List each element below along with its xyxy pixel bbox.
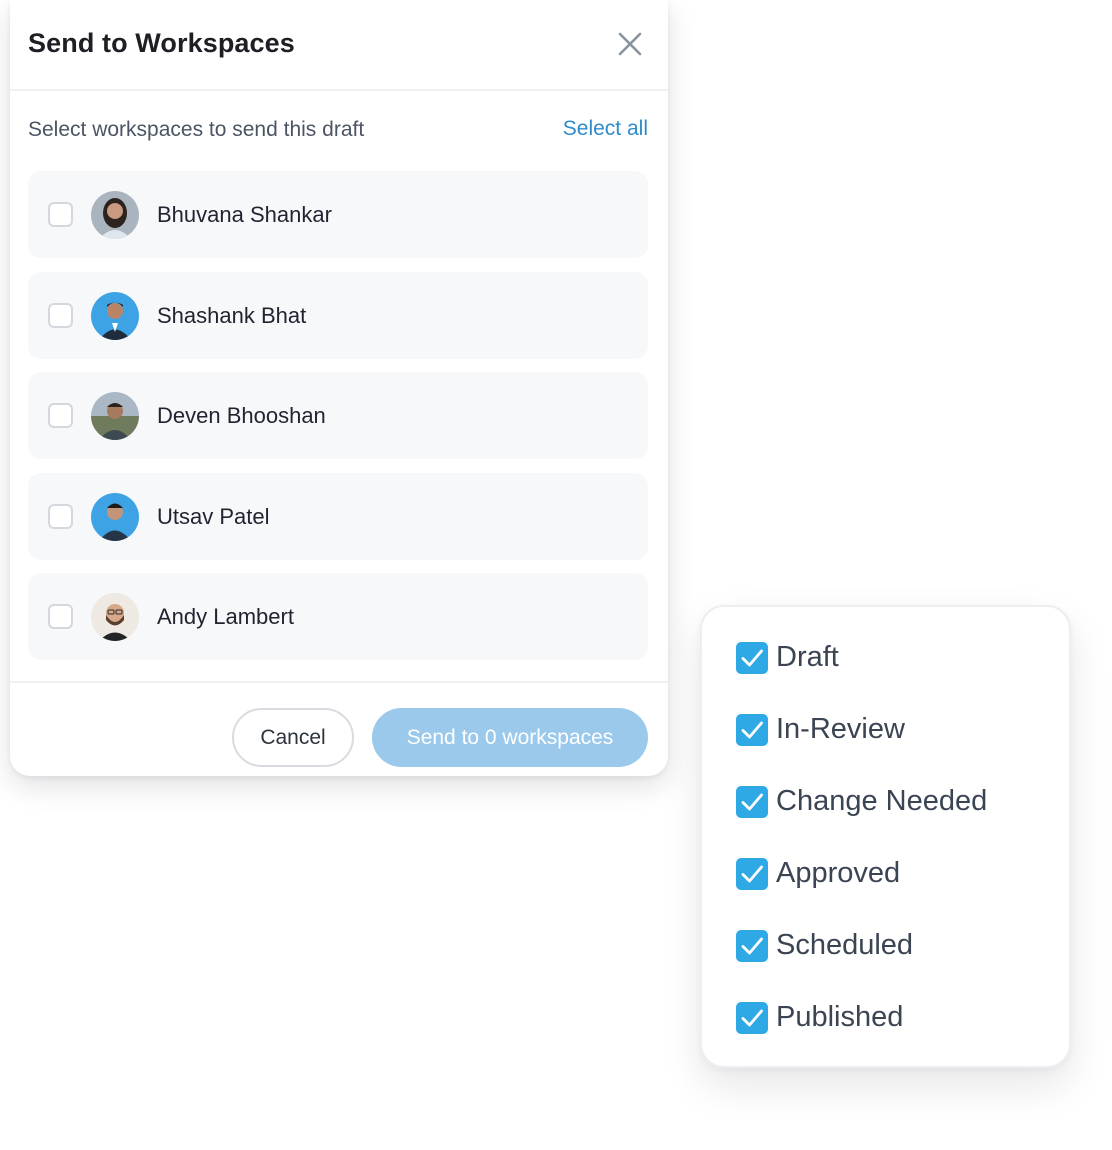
select-all-link[interactable]: Select all: [563, 117, 648, 141]
workspace-checkbox[interactable]: [48, 403, 73, 428]
status-checkbox[interactable]: [736, 1002, 768, 1034]
checkmark-icon: [741, 793, 763, 811]
workspace-checkbox[interactable]: [48, 302, 73, 328]
status-checkbox[interactable]: [736, 714, 768, 746]
avatar: [91, 392, 139, 440]
close-icon: [618, 32, 642, 56]
workspace-item[interactable]: Deven Bhooshan: [28, 372, 648, 459]
send-button[interactable]: Send to 0 workspaces: [372, 708, 648, 767]
status-checkbox[interactable]: [736, 786, 768, 818]
status-label: In-Review: [776, 713, 905, 745]
workspace-list: Bhuvana Shankar Shashank Bhat Deven Bhoo…: [28, 171, 648, 674]
avatar: [91, 593, 139, 641]
checkmark-icon: [741, 1009, 763, 1027]
status-checkbox[interactable]: [736, 930, 768, 962]
status-checkbox[interactable]: [736, 858, 768, 890]
close-button[interactable]: [614, 28, 646, 60]
status-label: Change Needed: [776, 785, 988, 817]
workspace-name: Andy Lambert: [157, 604, 294, 629]
workspace-item[interactable]: Shashank Bhat: [28, 271, 648, 359]
checkmark-icon: [741, 721, 763, 739]
modal-footer: Cancel Send to 0 workspaces: [10, 681, 668, 776]
status-option-in-review[interactable]: In-Review: [736, 710, 1046, 750]
status-option-scheduled[interactable]: Scheduled: [736, 926, 1046, 966]
status-label: Published: [776, 1001, 904, 1033]
avatar: [91, 191, 139, 239]
workspace-name: Utsav Patel: [157, 503, 270, 529]
modal-subtitle: Select workspaces to send this draft: [28, 118, 365, 141]
status-option-draft[interactable]: Draft: [736, 638, 1046, 678]
status-option-change-needed[interactable]: Change Needed: [736, 782, 1046, 822]
status-option-published[interactable]: Published: [736, 998, 1046, 1038]
status-checkbox[interactable]: [736, 642, 768, 674]
checkmark-icon: [741, 937, 763, 955]
modal-header: Send to Workspaces: [10, 0, 668, 91]
workspace-name: Shashank Bhat: [157, 302, 307, 328]
workspace-checkbox[interactable]: [48, 503, 73, 529]
status-label: Scheduled: [776, 929, 914, 961]
send-to-workspaces-modal: Send to Workspaces Select workspaces to …: [10, 0, 668, 776]
status-label: Approved: [776, 857, 901, 889]
checkmark-icon: [741, 865, 763, 883]
avatar: [91, 492, 139, 541]
workspace-name: Bhuvana Shankar: [157, 202, 332, 227]
modal-title: Send to Workspaces: [28, 28, 295, 58]
workspace-item[interactable]: Bhuvana Shankar: [28, 171, 648, 258]
status-option-approved[interactable]: Approved: [736, 854, 1046, 894]
status-filter-dropdown: Draft In-Review Change Needed Approved S…: [700, 605, 1071, 1068]
workspace-name: Deven Bhooshan: [157, 403, 326, 428]
workspace-checkbox[interactable]: [48, 202, 73, 227]
workspace-item[interactable]: Andy Lambert: [28, 573, 648, 660]
workspace-checkbox[interactable]: [48, 604, 73, 629]
checkmark-icon: [741, 649, 763, 667]
workspace-item[interactable]: Utsav Patel: [28, 472, 648, 560]
avatar: [91, 291, 139, 340]
cancel-button[interactable]: Cancel: [232, 708, 354, 767]
status-label: Draft: [776, 641, 839, 673]
